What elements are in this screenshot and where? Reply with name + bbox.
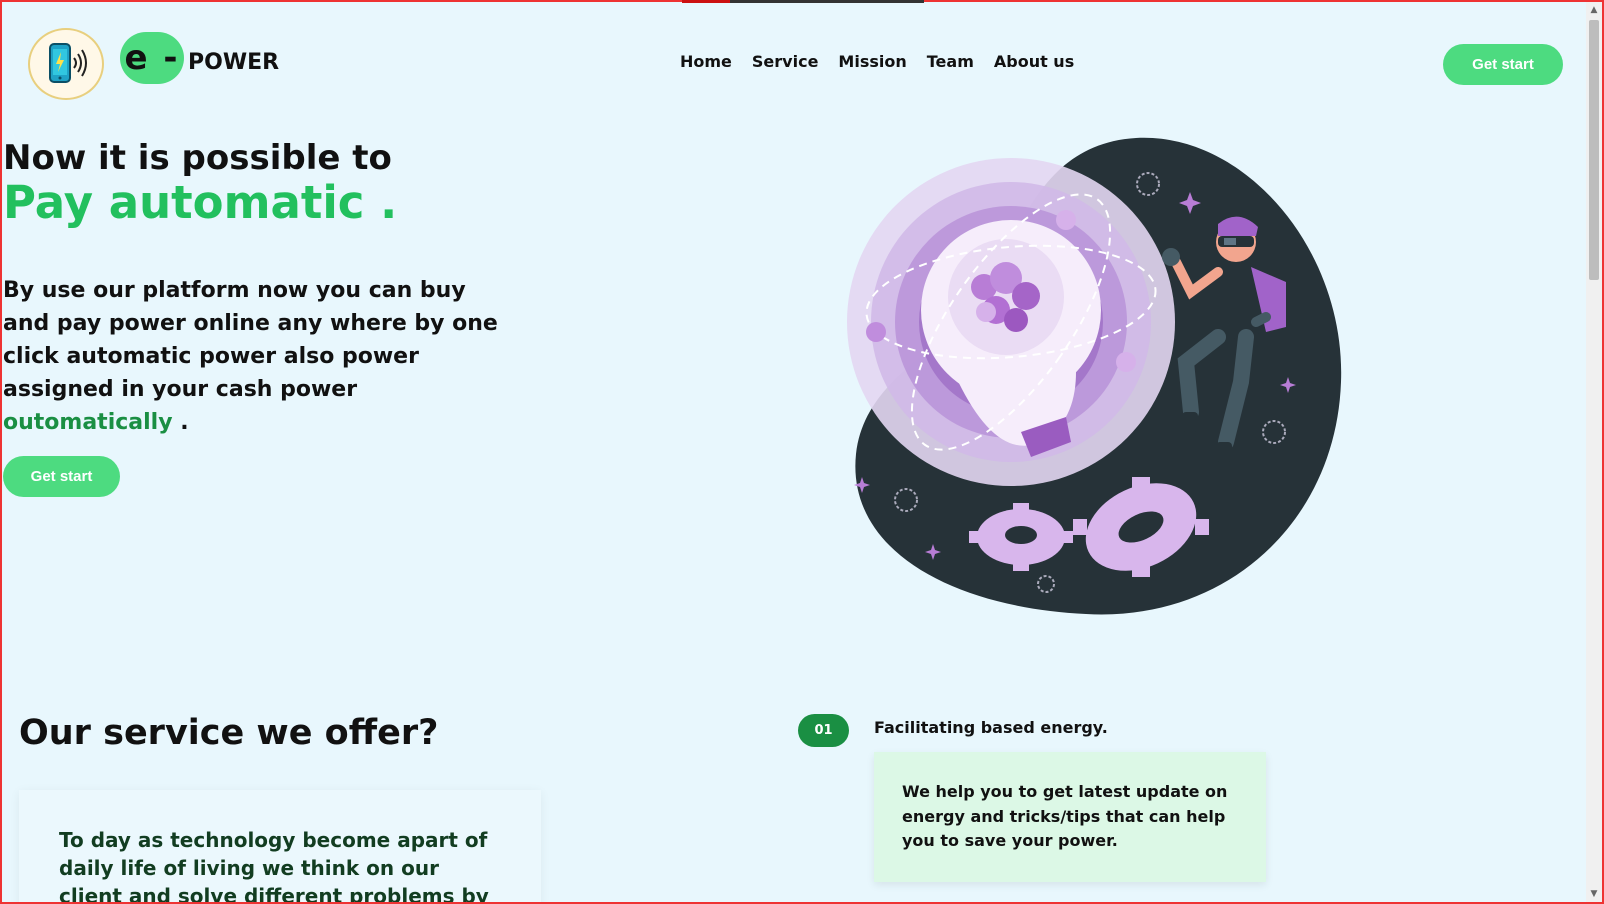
nav-service[interactable]: Service bbox=[752, 52, 819, 71]
hero-description-end: . bbox=[172, 410, 189, 435]
service-intro-card: To day as technology become apart of dai… bbox=[19, 790, 541, 904]
feature-number-badge: 01 bbox=[798, 714, 849, 747]
service-heading: Our service we offer? bbox=[19, 713, 439, 753]
feature-description: We help you to get latest update on ener… bbox=[902, 782, 1228, 850]
logo[interactable] bbox=[28, 28, 104, 100]
lightbulb-illustration bbox=[847, 137, 1342, 615]
vertical-scrollbar[interactable]: ▲ ▼ bbox=[1586, 2, 1602, 902]
nav-about-us[interactable]: About us bbox=[994, 52, 1074, 71]
nav-team[interactable]: Team bbox=[927, 52, 974, 71]
service-intro-text: To day as technology become apart of dai… bbox=[59, 828, 489, 904]
brand-logo-mark[interactable]: e - bbox=[120, 32, 184, 84]
hero-description: By use our platform now you can buy and … bbox=[3, 274, 508, 439]
hero-heading: Now it is possible to bbox=[3, 138, 392, 178]
feature-title: Facilitating based energy. bbox=[874, 718, 1108, 737]
hero-get-start-button[interactable]: Get start bbox=[3, 456, 120, 497]
main-nav: Home Service Mission Team About us bbox=[680, 52, 1074, 71]
top-loading-bar-segment bbox=[730, 0, 924, 3]
hero-highlight-heading: Pay automatic . bbox=[3, 176, 398, 229]
brand-name[interactable]: POWER bbox=[188, 50, 279, 75]
feature-card: We help you to get latest update on ener… bbox=[874, 752, 1266, 882]
nav-home[interactable]: Home bbox=[680, 52, 732, 71]
phone-signal-icon bbox=[49, 43, 87, 83]
hero-illustration bbox=[846, 132, 1366, 632]
header-get-start-button[interactable]: Get start bbox=[1443, 44, 1563, 85]
chevron-down-icon[interactable]: ▼ bbox=[1586, 886, 1602, 902]
hero-description-accent: outomatically bbox=[3, 410, 173, 435]
scrollbar-thumb[interactable] bbox=[1589, 20, 1599, 280]
chevron-up-icon[interactable]: ▲ bbox=[1586, 2, 1602, 18]
hero-description-text: By use our platform now you can buy and … bbox=[3, 278, 498, 402]
nav-mission[interactable]: Mission bbox=[838, 52, 906, 71]
